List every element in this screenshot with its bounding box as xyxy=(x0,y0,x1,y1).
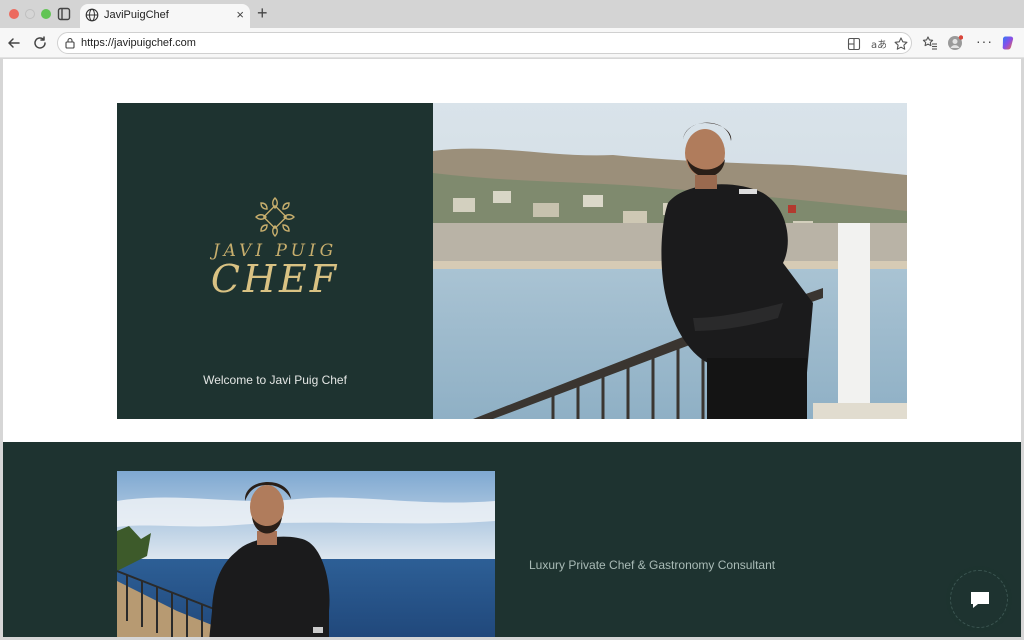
logo-ornament-icon xyxy=(255,197,295,237)
window-close-button[interactable] xyxy=(9,9,19,19)
hero-chef-photo xyxy=(433,103,907,419)
split-screen-icon[interactable] xyxy=(846,36,862,52)
intro-band: Luxury Private Chef & Gastronomy Consult… xyxy=(3,442,1021,637)
copilot-icon[interactable] xyxy=(1000,35,1016,51)
address-bar[interactable]: https://javipuigchef.com aあ xyxy=(57,32,912,54)
page-viewport: JAVI PUIG CHEF Welcome to Javi Puig Chef xyxy=(3,59,1021,637)
browser-tab-bar: JaviPuigChef × + xyxy=(0,0,1024,28)
tab-actions-icon[interactable] xyxy=(57,7,71,21)
browser-toolbar: https://javipuigchef.com aあ ··· xyxy=(0,28,1024,58)
translate-icon[interactable]: aあ xyxy=(870,36,886,52)
url-text[interactable]: https://javipuigchef.com xyxy=(81,37,196,49)
lock-icon[interactable] xyxy=(64,37,76,49)
back-icon[interactable] xyxy=(6,35,22,51)
welcome-text: Welcome to Javi Puig Chef xyxy=(203,373,347,387)
hero-brand-panel: JAVI PUIG CHEF Welcome to Javi Puig Chef xyxy=(117,103,433,419)
new-tab-button[interactable]: + xyxy=(257,3,268,23)
reload-icon[interactable] xyxy=(32,35,48,51)
window-maximize-button[interactable] xyxy=(41,9,51,19)
window-minimize-button[interactable] xyxy=(25,9,35,19)
svg-text:aあ: aあ xyxy=(871,39,886,51)
favorites-icon[interactable] xyxy=(922,35,938,51)
hero-section: JAVI PUIG CHEF Welcome to Javi Puig Chef xyxy=(117,103,907,419)
globe-icon xyxy=(85,8,99,22)
more-menu-icon[interactable]: ··· xyxy=(976,34,993,48)
tab-title: JaviPuigChef xyxy=(104,9,169,21)
browser-tab[interactable]: JaviPuigChef × xyxy=(80,4,250,28)
logo-text-chef: CHEF xyxy=(210,257,340,301)
chat-button[interactable] xyxy=(950,570,1008,628)
star-icon[interactable] xyxy=(893,36,909,52)
profile-icon[interactable] xyxy=(947,35,963,51)
chef-seaside-photo xyxy=(117,471,495,637)
chat-icon xyxy=(971,592,989,608)
tab-close-icon[interactable]: × xyxy=(236,6,244,24)
tagline-text: Luxury Private Chef & Gastronomy Consult… xyxy=(529,558,776,572)
